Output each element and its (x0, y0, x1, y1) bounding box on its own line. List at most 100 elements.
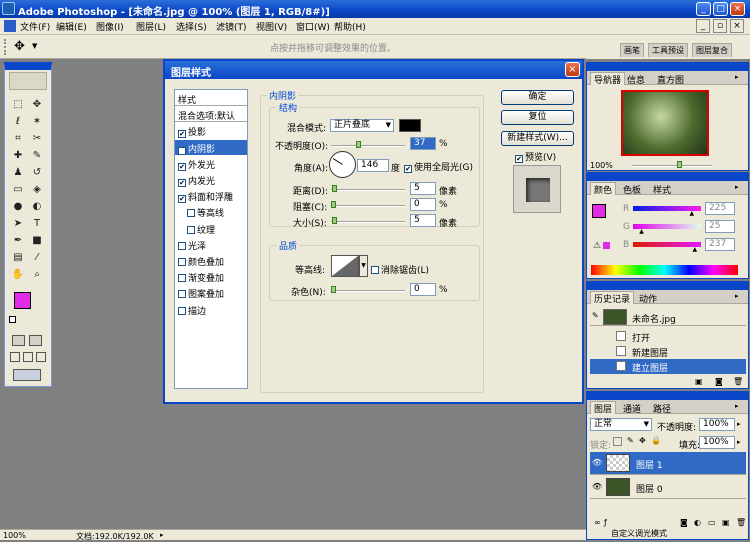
style-check-icon[interactable] (178, 290, 186, 299)
fill-arrow-icon[interactable]: ▸ (737, 438, 741, 446)
distance-slider[interactable] (331, 185, 405, 192)
hand-icon[interactable]: ✋ (11, 268, 25, 282)
tab-histogram[interactable]: 直方图 (657, 73, 684, 86)
channel-slider-g[interactable]: ▲ (633, 224, 701, 235)
tab-actions[interactable]: 动作 (639, 292, 657, 305)
shape-icon[interactable]: ■ (30, 234, 44, 248)
history-snapshot[interactable]: ✎ 未命名.jpg (590, 308, 746, 326)
navigator-zoom-slider[interactable] (632, 161, 712, 168)
screen-mode-1-icon[interactable] (10, 352, 20, 362)
menu-layer[interactable]: 图层(L) (136, 20, 166, 33)
path-select-icon[interactable]: ➤ (11, 217, 25, 231)
layer-row[interactable]: 👁 图层 0 (590, 476, 746, 499)
style-check-icon[interactable] (178, 306, 186, 315)
lock-image-icon[interactable]: ✎ (627, 436, 634, 445)
choke-slider[interactable] (331, 201, 405, 208)
tab-paths[interactable]: 路径 (653, 402, 671, 415)
reset-button[interactable]: 复位 (501, 110, 574, 125)
layer-row[interactable]: 👁 图层 1 (590, 452, 746, 475)
ok-button[interactable]: 确定 (501, 90, 574, 105)
menu-window[interactable]: 窗口(W) (296, 20, 330, 33)
style-item-13[interactable]: 描边 (175, 302, 247, 317)
new-group-icon[interactable]: ▭ (708, 518, 716, 527)
jump-to-imageready-icon[interactable] (13, 369, 41, 381)
opacity-input[interactable]: 37 (410, 137, 436, 150)
layer-visibility-icon[interactable]: 👁 (592, 458, 602, 467)
style-check-icon[interactable] (178, 274, 186, 283)
style-check-icon[interactable]: ✔ (178, 130, 186, 139)
move-tool-icon[interactable]: ✥ (14, 39, 25, 54)
opacity-slider-thumb[interactable] (356, 141, 362, 148)
notes-icon[interactable]: ▤ (11, 251, 25, 265)
pen-icon[interactable]: ✒ (11, 234, 25, 248)
lock-all-icon[interactable]: 🔒 (651, 436, 661, 445)
out-of-gamut-warning-icon[interactable]: ⚠ (593, 241, 601, 251)
doc-close-icon[interactable]: × (730, 19, 744, 33)
status-arrow-icon[interactable]: ▸ (160, 531, 164, 539)
history-item[interactable]: 建立图层 (590, 359, 746, 374)
standard-mode-icon[interactable] (12, 335, 25, 346)
delete-layer-icon[interactable]: 🗑 (736, 518, 746, 527)
gamut-color-chip[interactable] (603, 242, 610, 249)
move-icon[interactable]: ✥ (30, 98, 44, 112)
style-item-2[interactable]: ✔ 投影 (175, 123, 247, 139)
channel-value-b[interactable]: 237 (705, 238, 735, 251)
new-style-button[interactable]: 新建样式(W)... (501, 131, 574, 146)
menu-select[interactable]: 选择(S) (176, 20, 207, 33)
style-item-8[interactable]: 纹理 (175, 221, 247, 236)
style-item-12[interactable]: 图案叠加 (175, 285, 247, 300)
style-item-9[interactable]: 光泽 (175, 237, 247, 252)
crop-icon[interactable]: ⌗ (11, 132, 25, 146)
layer-style-icon[interactable]: ƒ (604, 518, 607, 527)
style-check-icon[interactable]: ✔ (178, 162, 186, 171)
history-brush-icon[interactable]: ↺ (30, 166, 44, 180)
channel-slider-b[interactable]: ▲ (633, 242, 701, 253)
minimize-icon[interactable]: _ (696, 2, 711, 16)
status-zoom[interactable]: 100% (3, 531, 26, 540)
blend-mode-select[interactable]: 正片叠底 ▼ (330, 119, 394, 132)
menu-help[interactable]: 帮助(H) (334, 20, 366, 33)
size-input[interactable]: 5 (410, 214, 436, 227)
doc-minimize-icon[interactable]: _ (696, 19, 710, 33)
tool-preset-dropdown-icon[interactable]: ▼ (32, 42, 37, 50)
magic-wand-icon[interactable]: ✶ (30, 115, 44, 129)
lock-transparency-icon[interactable] (613, 437, 622, 446)
size-slider[interactable] (331, 217, 405, 224)
tab-navigator[interactable]: 导航器 (590, 72, 626, 86)
history-item[interactable]: 打开 (590, 329, 746, 344)
tab-styles[interactable]: 样式 (653, 183, 671, 196)
channel-value-g[interactable]: 25 (705, 220, 735, 233)
style-item-0[interactable]: 样式 (175, 91, 247, 106)
menu-file[interactable]: 文件(F) (20, 20, 50, 33)
history-snapshot-icon[interactable]: ◙ (715, 377, 723, 386)
tab-channels[interactable]: 通道 (623, 402, 641, 415)
style-check-icon[interactable] (187, 225, 195, 234)
well-tool-presets[interactable]: 工具预设 (648, 43, 688, 57)
angle-dial[interactable] (329, 151, 356, 178)
layer-opacity-input[interactable]: 100% (699, 418, 735, 431)
history-delete-icon[interactable]: 🗑 (733, 377, 743, 386)
link-layers-icon[interactable]: ∞ (594, 518, 601, 527)
noise-input[interactable]: 0 (410, 283, 436, 296)
style-check-icon[interactable]: ✔ (178, 146, 186, 155)
noise-slider[interactable] (331, 286, 405, 293)
style-check-icon[interactable] (187, 209, 195, 218)
style-item-5[interactable]: ✔ 内发光 (175, 172, 247, 187)
contour-picker[interactable] (331, 255, 359, 277)
maximize-icon[interactable]: □ (713, 2, 728, 16)
dodge-icon[interactable]: ◐ (30, 200, 44, 214)
well-layer-comps[interactable]: 图层复合 (692, 43, 732, 57)
stamp-icon[interactable]: ♟ (11, 166, 25, 180)
dialog-close-icon[interactable]: × (565, 62, 580, 77)
screen-mode-2-icon[interactable] (23, 352, 33, 362)
preview-checkbox[interactable]: ✔ 预览(V) (515, 150, 556, 163)
doc-restore-icon[interactable]: ▫ (713, 19, 727, 33)
noise-slider-thumb[interactable] (331, 286, 336, 293)
style-item-10[interactable]: 颜色叠加 (175, 253, 247, 268)
choke-input[interactable]: 0 (410, 198, 436, 211)
style-check-icon[interactable]: ✔ (178, 179, 186, 187)
shadow-color-swatch[interactable] (399, 119, 421, 132)
type-icon[interactable]: T (30, 217, 44, 231)
history-new-doc-icon[interactable]: ▣ (695, 377, 703, 386)
layer-blend-select[interactable]: 正常 ▼ (590, 418, 652, 431)
